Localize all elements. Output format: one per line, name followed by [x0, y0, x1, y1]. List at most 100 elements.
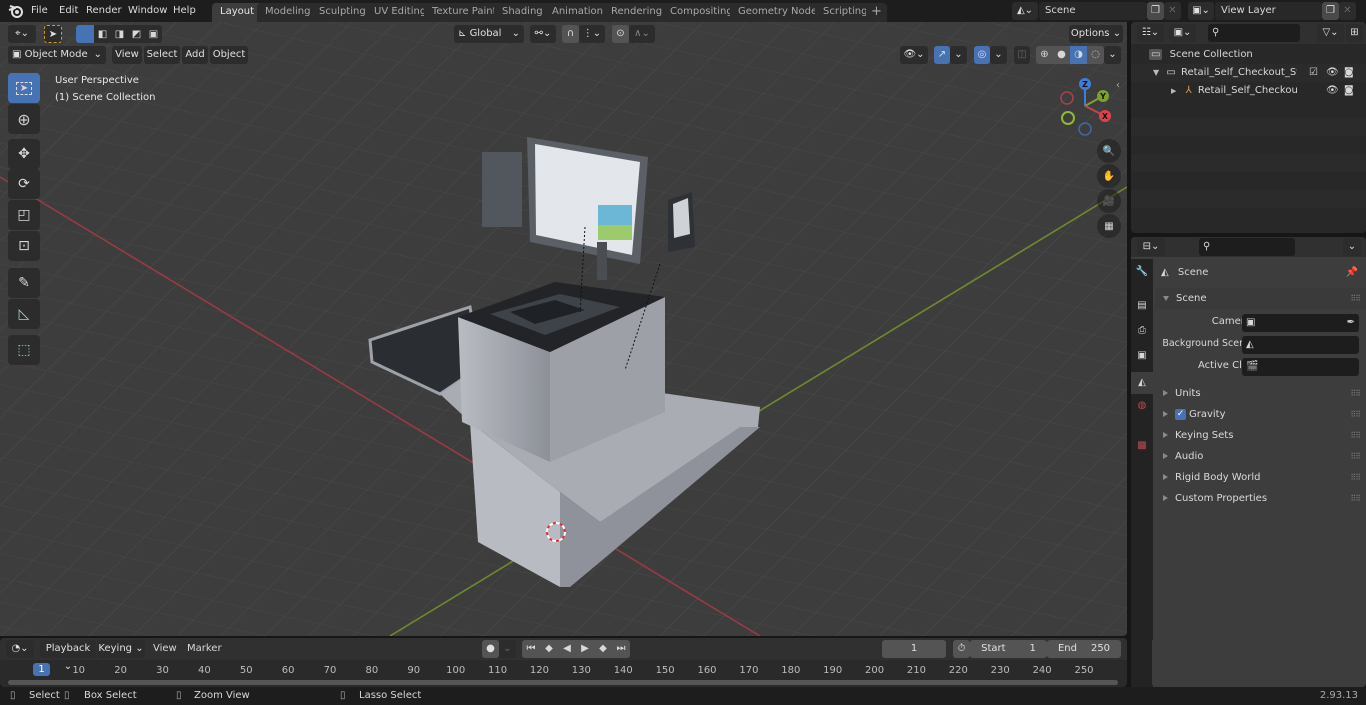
rendered-shading-icon[interactable]: ◌: [1087, 46, 1104, 64]
end-frame-field[interactable]: End 250: [1047, 640, 1121, 658]
delete-view-layer-button[interactable]: ✕: [1339, 2, 1356, 20]
select-intersect-icon[interactable]: ▣: [145, 25, 162, 43]
auto-keying-toggle[interactable]: ●: [482, 640, 499, 658]
tool-scale[interactable]: ◰: [8, 200, 40, 230]
menu-file[interactable]: File: [28, 3, 51, 19]
background-scene-field[interactable]: ◭: [1242, 336, 1359, 354]
panel-scene-header[interactable]: Scene ⠿⠿: [1155, 288, 1366, 309]
tab-output[interactable]: ⎙: [1133, 325, 1151, 336]
delete-scene-button[interactable]: ✕: [1164, 2, 1181, 20]
editor-type-button[interactable]: ⌖⌄: [8, 25, 36, 43]
panel-units[interactable]: Units ⠿⠿: [1155, 383, 1366, 404]
tool-select-box[interactable]: ➤: [8, 73, 40, 103]
tab-world[interactable]: ◍: [1133, 400, 1151, 411]
panel-gravity[interactable]: ✓ Gravity ⠿⠿: [1155, 404, 1366, 425]
render-camera-icon[interactable]: ◙: [1344, 82, 1354, 100]
tweak-tool-button[interactable]: ➤: [44, 25, 62, 43]
neg-x-axis-icon[interactable]: [1060, 91, 1074, 105]
snap-target-dropdown[interactable]: ⋮⌄: [579, 25, 605, 43]
jump-start-icon[interactable]: ⏮: [522, 640, 540, 658]
transform-orientation-dropdown[interactable]: ⊾ Global ⌄: [454, 25, 524, 43]
menu-edit[interactable]: Edit: [56, 3, 81, 19]
shading-dropdown[interactable]: ⌄: [1104, 46, 1121, 64]
panel-custom-properties[interactable]: Custom Properties ⠿⠿: [1155, 488, 1366, 509]
drag-handle-icon[interactable]: ⠿⠿: [1350, 488, 1361, 509]
panel-keying-sets[interactable]: Keying Sets ⠿⠿: [1155, 425, 1366, 446]
tab-texture[interactable]: ▩: [1133, 440, 1151, 451]
start-frame-field[interactable]: Start 1: [970, 640, 1047, 658]
tab-animation[interactable]: Animation: [544, 3, 611, 22]
tab-rendering[interactable]: Rendering: [603, 3, 671, 22]
navigation-gizmo[interactable]: Z Y X: [1055, 74, 1120, 139]
play-icon[interactable]: ▶: [576, 640, 594, 658]
menu-add[interactable]: Add: [182, 46, 208, 64]
outliner-row-object[interactable]: ▶ ⅄ Retail_Self_Checkout_Sy 👁 ◙: [1131, 82, 1366, 100]
tab-tool[interactable]: 🔧: [1133, 266, 1151, 277]
expand-arrow-icon[interactable]: ▼: [1153, 68, 1159, 77]
tool-cursor[interactable]: ⊕: [8, 104, 40, 134]
tab-view-layer[interactable]: ▣: [1133, 350, 1151, 361]
scene-name-field[interactable]: Scene: [1039, 2, 1147, 20]
gravity-checkbox[interactable]: ✓: [1175, 408, 1186, 420]
neg-y-axis-icon[interactable]: [1061, 111, 1075, 125]
neg-z-axis-icon[interactable]: [1078, 122, 1092, 136]
outliner-search-input[interactable]: ⚲: [1208, 24, 1300, 42]
render-camera-icon[interactable]: ◙: [1344, 64, 1354, 82]
properties-search-input[interactable]: ⚲: [1199, 238, 1295, 256]
menu-window[interactable]: Window: [125, 3, 170, 19]
view-layer-name-field[interactable]: View Layer: [1215, 2, 1322, 20]
keying-dropdown[interactable]: Keying ⌄: [97, 640, 145, 658]
preview-range-toggle[interactable]: ⏱: [953, 640, 970, 658]
display-mode-dropdown[interactable]: ▣⌄: [1169, 24, 1196, 42]
tool-add-cube[interactable]: ⬚: [8, 335, 40, 365]
timeline-editor-type-button[interactable]: ◔⌄: [6, 640, 34, 658]
tab-modeling[interactable]: Modeling: [257, 3, 319, 22]
drag-handle-icon[interactable]: ⠿⠿: [1350, 467, 1361, 488]
tab-shading[interactable]: Shading: [494, 3, 551, 22]
solid-shading-icon[interactable]: ●: [1053, 46, 1070, 64]
panel-rigid-body-world[interactable]: Rigid Body World ⠿⠿: [1155, 467, 1366, 488]
drag-handle-icon[interactable]: ⠿⠿: [1350, 404, 1361, 425]
drag-handle-icon[interactable]: ⠿⠿: [1350, 383, 1361, 404]
3d-viewport[interactable]: ⌖⌄ ➤ ◧ ◨ ◩ ▣ ⊾ Global ⌄ ⚯⌄ ∩ ⋮⌄ ⊙ ∧⌄ Opti…: [0, 22, 1127, 636]
panel-audio[interactable]: Audio ⠿⠿: [1155, 446, 1366, 467]
drag-handle-icon[interactable]: ⠿⠿: [1350, 288, 1361, 309]
xray-toggle[interactable]: ◫: [1014, 46, 1030, 64]
tab-texture-paint[interactable]: Texture Paint: [424, 3, 505, 22]
sidebar-toggle-icon[interactable]: ‹: [1116, 80, 1120, 91]
current-frame-field[interactable]: 1: [882, 640, 946, 658]
tab-sculpting[interactable]: Sculpting: [311, 3, 374, 22]
playhead[interactable]: 1: [33, 663, 50, 676]
options-dropdown[interactable]: Options ⌄: [1069, 25, 1123, 43]
new-scene-button[interactable]: ❐: [1147, 2, 1164, 20]
menu-render[interactable]: Render: [83, 3, 125, 19]
menu-object[interactable]: Object: [210, 46, 248, 64]
select-subtract-icon[interactable]: ◨: [111, 25, 128, 43]
view-layer-selector-button[interactable]: ▣⌄: [1188, 2, 1214, 20]
eye-icon[interactable]: 👁: [1326, 64, 1339, 82]
keying-set-dropdown[interactable]: ⌄: [499, 640, 516, 658]
proportional-edit-toggle[interactable]: ⊙: [612, 25, 629, 43]
select-extend-icon[interactable]: ◧: [94, 25, 111, 43]
tab-layout[interactable]: Layout: [212, 3, 262, 22]
overlays-toggle[interactable]: ◎: [974, 46, 990, 64]
perspective-toggle-button[interactable]: ▦: [1097, 214, 1121, 238]
proportional-falloff-dropdown[interactable]: ∧⌄: [629, 25, 655, 43]
gizmo-dropdown[interactable]: ⌄: [950, 46, 967, 64]
menu-view[interactable]: View: [112, 46, 142, 64]
active-clip-field[interactable]: 🎬: [1242, 358, 1359, 376]
expand-arrow-icon[interactable]: ▶: [1171, 87, 1176, 95]
properties-options-dropdown[interactable]: ⌄: [1343, 238, 1361, 256]
timeline-menu-view[interactable]: View: [153, 643, 177, 654]
menu-select[interactable]: Select: [144, 46, 180, 64]
visibility-dropdown[interactable]: 👁⌄: [900, 46, 928, 64]
eye-icon[interactable]: 👁: [1326, 82, 1339, 100]
outliner-row-collection[interactable]: ▼ ▭ Retail_Self_Checkout_System ☑ 👁 ◙: [1131, 64, 1366, 82]
tool-move[interactable]: ✥: [8, 139, 40, 169]
outliner-editor-type-button[interactable]: ☷⌄: [1137, 24, 1164, 42]
tab-scene[interactable]: ◭: [1131, 372, 1153, 394]
tab-compositing[interactable]: Compositing: [662, 3, 741, 22]
jump-end-icon[interactable]: ⏭: [612, 640, 630, 658]
camera-field[interactable]: ▣ ✒: [1242, 314, 1359, 332]
new-view-layer-button[interactable]: ❐: [1322, 2, 1339, 20]
